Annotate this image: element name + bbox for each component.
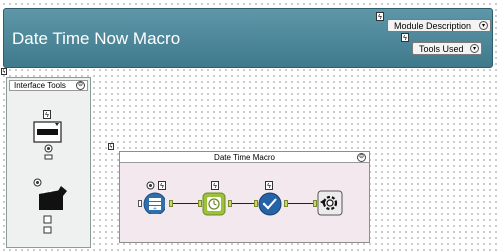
chevron-down-icon: ▾ xyxy=(479,21,488,30)
dropdown-tool-icon[interactable] xyxy=(33,121,63,143)
macro-output-tool-icon[interactable] xyxy=(317,190,343,216)
input-anchor[interactable] xyxy=(138,200,142,207)
lightning-icon[interactable]: ϟ xyxy=(401,33,409,42)
lightning-icon[interactable]: ϟ xyxy=(265,181,273,190)
svg-text:+: + xyxy=(153,206,157,212)
chevron-down-icon: ▾ xyxy=(470,44,479,53)
connection-line[interactable] xyxy=(173,203,198,204)
header-container[interactable]: Date Time Now Macro ϟ Module Description… xyxy=(3,8,493,68)
container-caption: Date Time Macro ⊖ xyxy=(120,152,369,163)
lightning-icon[interactable]: ϟ xyxy=(108,143,114,150)
collapse-icon[interactable]: ⊖ xyxy=(357,153,366,162)
container-caption-label: Interface Tools xyxy=(14,81,66,90)
lightning-icon[interactable]: ϟ xyxy=(158,181,166,190)
output-anchor-icon[interactable] xyxy=(43,226,52,234)
input-anchor-icon[interactable] xyxy=(43,215,52,224)
module-description-dropdown[interactable]: Module Description ▾ xyxy=(387,19,491,32)
link-anchor-icon[interactable] xyxy=(44,144,53,153)
link-anchor-icon[interactable] xyxy=(146,181,155,190)
date-time-macro-container[interactable]: Date Time Macro ⊖ ϟ + ϟ ϟ xyxy=(119,151,370,243)
output-anchor-icon[interactable] xyxy=(44,154,53,160)
select-tool-icon[interactable] xyxy=(258,192,282,216)
lightning-icon[interactable]: ϟ xyxy=(43,110,51,119)
tools-used-dropdown[interactable]: Tools Used ▾ xyxy=(412,42,482,55)
page-title: Date Time Now Macro xyxy=(12,29,181,48)
interface-tools-container[interactable]: Interface Tools ⊖ ϟ xyxy=(6,77,91,248)
lightning-icon[interactable]: ϟ xyxy=(376,12,384,21)
action-tool-icon[interactable] xyxy=(37,185,69,213)
container-caption: Interface Tools ⊖ xyxy=(9,80,88,91)
connection-line[interactable] xyxy=(288,203,314,204)
collapse-icon[interactable]: ⊖ xyxy=(76,81,85,90)
lightning-icon[interactable]: ϟ xyxy=(1,68,7,75)
datetime-tool-icon[interactable] xyxy=(202,192,226,216)
text-input-tool-icon[interactable]: + xyxy=(143,192,165,214)
tools-used-label: Tools Used xyxy=(419,44,464,54)
container-caption-label: Date Time Macro xyxy=(214,153,275,162)
connection-line[interactable] xyxy=(232,203,254,204)
lightning-icon[interactable]: ϟ xyxy=(211,181,219,190)
module-description-label: Module Description xyxy=(394,21,472,31)
